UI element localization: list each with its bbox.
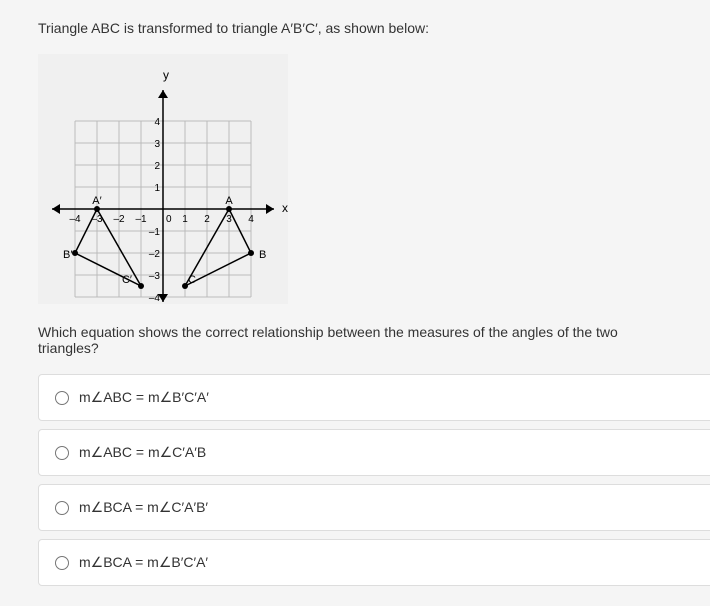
svg-text:B′: B′ xyxy=(63,249,72,261)
svg-text:1: 1 xyxy=(182,214,188,225)
option-2[interactable]: m∠ABC = m∠C′A′B xyxy=(38,429,710,476)
svg-text:A: A xyxy=(225,195,233,207)
svg-text:–2: –2 xyxy=(149,249,161,260)
svg-text:–1: –1 xyxy=(149,227,161,238)
svg-text:3: 3 xyxy=(154,139,160,150)
svg-text:–2: –2 xyxy=(113,214,125,225)
option-4[interactable]: m∠BCA = m∠B′C′A′ xyxy=(38,539,710,586)
svg-text:2: 2 xyxy=(204,214,210,225)
svg-text:0: 0 xyxy=(166,214,172,225)
option-3[interactable]: m∠BCA = m∠C′A′B′ xyxy=(38,484,710,531)
question-intro: Triangle ABC is transformed to triangle … xyxy=(38,20,672,36)
svg-text:1: 1 xyxy=(154,183,160,194)
coordinate-graph: –4 –3 –2 –1 0 1 2 3 4 1 2 3 4 –1 –2 –3 –… xyxy=(38,54,288,304)
option-2-label: m∠ABC = m∠C′A′B xyxy=(79,444,206,461)
option-2-radio[interactable] xyxy=(55,446,69,460)
svg-text:4: 4 xyxy=(154,117,160,128)
svg-text:C′: C′ xyxy=(122,274,132,286)
option-3-label: m∠BCA = m∠C′A′B′ xyxy=(79,499,208,516)
graph-svg: –4 –3 –2 –1 0 1 2 3 4 1 2 3 4 –1 –2 –3 –… xyxy=(38,54,288,304)
svg-text:4: 4 xyxy=(248,214,254,225)
svg-text:–3: –3 xyxy=(149,271,161,282)
svg-text:x: x xyxy=(282,201,288,215)
option-4-label: m∠BCA = m∠B′C′A′ xyxy=(79,554,208,571)
question-prompt: Which equation shows the correct relatio… xyxy=(38,324,672,356)
option-1[interactable]: m∠ABC = m∠B′C′A′ xyxy=(38,374,710,421)
svg-text:C: C xyxy=(188,274,196,286)
option-4-radio[interactable] xyxy=(55,556,69,570)
svg-text:3: 3 xyxy=(226,214,232,225)
svg-text:–4: –4 xyxy=(149,293,161,304)
svg-text:B: B xyxy=(259,249,266,261)
option-1-radio[interactable] xyxy=(55,391,69,405)
answer-options: m∠ABC = m∠B′C′A′ m∠ABC = m∠C′A′B m∠BCA =… xyxy=(38,374,672,586)
option-1-label: m∠ABC = m∠B′C′A′ xyxy=(79,389,209,406)
svg-text:y: y xyxy=(163,68,169,82)
svg-text:–1: –1 xyxy=(135,214,147,225)
svg-text:–4: –4 xyxy=(69,214,81,225)
option-3-radio[interactable] xyxy=(55,501,69,515)
svg-text:2: 2 xyxy=(154,161,160,172)
svg-text:A′: A′ xyxy=(92,195,101,207)
